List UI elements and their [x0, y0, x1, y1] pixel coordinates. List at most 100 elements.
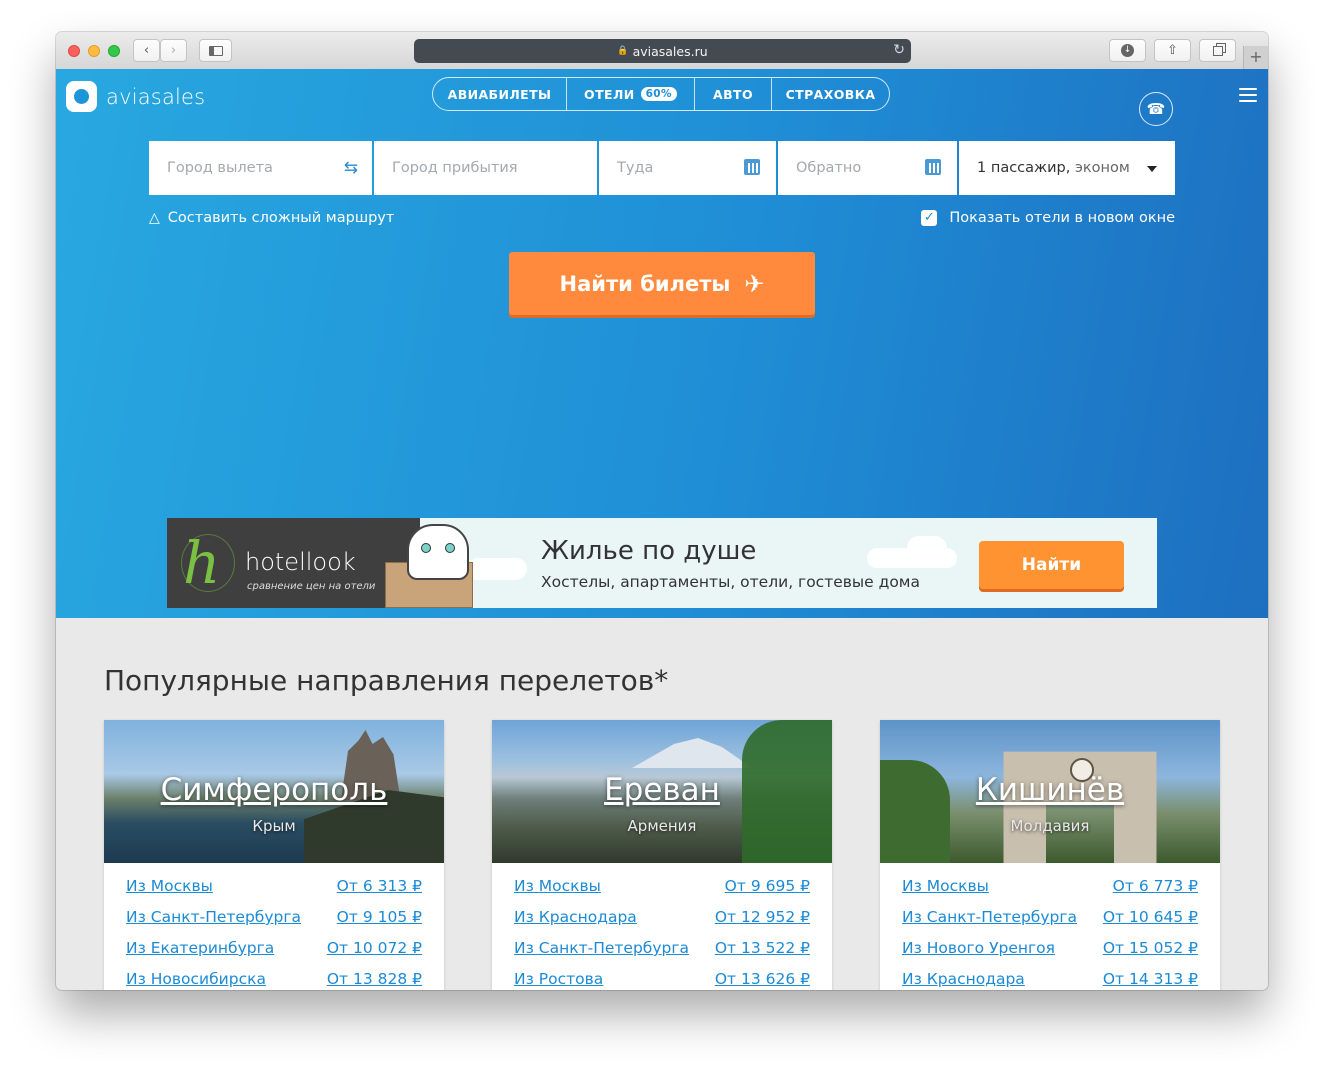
hotellook-banner[interactable]: h hotellook сравнение цен на отели Жилье… [167, 518, 1157, 608]
route-row: Из Краснодара От 14 313 ₽ [902, 970, 1198, 990]
lock-icon: 🔒 [617, 46, 629, 56]
mountain-silhouette [632, 738, 752, 768]
return-placeholder: Обратно [796, 160, 862, 176]
origin-field[interactable]: Город вылета ⇆ [149, 141, 372, 195]
route-list: Из Москвы От 6 313 ₽ Из Санкт-Петербурга… [104, 863, 444, 990]
destination-placeholder: Город прибытия [392, 160, 518, 176]
route-price-link[interactable]: От 13 522 ₽ [715, 939, 810, 970]
route-price-link[interactable]: От 9 105 ₽ [337, 908, 422, 939]
route-price-link[interactable]: От 13 828 ₽ [327, 970, 422, 990]
origin-placeholder: Город вылета [167, 160, 273, 176]
show-hotels-checkbox[interactable]: ✓ Показать отели в новом окне [921, 210, 1175, 226]
passengers-count: 1 пассажир, [977, 160, 1071, 176]
route-origin-link[interactable]: Из Краснодара [902, 970, 1025, 990]
route-origin-link[interactable]: Из Краснодара [514, 908, 637, 939]
aviasales-logo-icon [66, 81, 97, 112]
complex-route-link[interactable]: △ Составить сложный маршрут [149, 210, 394, 226]
banner-brand: hotellook [245, 548, 356, 576]
route-origin-link[interactable]: Из Новосибирска [126, 970, 266, 990]
sidebar-icon [208, 45, 223, 56]
route-row: Из Санкт-Петербурга От 13 522 ₽ [514, 939, 810, 970]
destination-city[interactable]: Симферополь [104, 772, 444, 808]
tab-cars-label: АВТО [713, 86, 753, 102]
destination-photo[interactable]: Кишинёв Молдавия [880, 720, 1220, 863]
menu-icon-line [1239, 100, 1257, 102]
route-row: Из Москвы От 9 695 ₽ [514, 877, 810, 908]
destination-region: Армения [627, 817, 697, 835]
popular-title: Популярные направления перелетов* [104, 664, 669, 697]
back-button[interactable]: ‹ [133, 39, 160, 62]
route-price-link[interactable]: От 9 695 ₽ [725, 877, 810, 908]
calendar-icon [925, 159, 941, 175]
menu-button[interactable] [1239, 88, 1257, 106]
tab-flights-label: АВИАБИЛЕТЫ [447, 86, 552, 102]
site-logo[interactable]: aviasales [66, 81, 205, 112]
route-origin-link[interactable]: Из Нового Уренгоя [902, 939, 1055, 970]
search-form: Город вылета ⇆ Город прибытия Туда Обрат… [149, 141, 1175, 195]
route-price-link[interactable]: От 10 072 ₽ [327, 939, 422, 970]
route-origin-link[interactable]: Из Санкт-Петербурга [514, 939, 689, 970]
destination-field[interactable]: Город прибытия [374, 141, 597, 195]
route-origin-link[interactable]: Из Москвы [126, 877, 213, 908]
route-row: Из Москвы От 6 773 ₽ [902, 877, 1198, 908]
zoom-window-button[interactable] [108, 45, 120, 57]
product-tabs: АВИАБИЛЕТЫ ОТЕЛИ 60% АВТО СТРАХОВКА [432, 77, 890, 111]
destination-photo[interactable]: Симферополь Крым [104, 720, 444, 863]
banner-find-button[interactable]: Найти [979, 541, 1124, 589]
route-price-link[interactable]: От 6 313 ₽ [337, 877, 422, 908]
notifications-button[interactable]: ☎ [1139, 92, 1173, 126]
swap-icon[interactable]: ⇆ [344, 158, 358, 178]
route-price-link[interactable]: От 12 952 ₽ [715, 908, 810, 939]
show-hotels-label: Показать отели в новом окне [949, 210, 1175, 226]
sidebar-toggle-button[interactable] [199, 39, 232, 62]
checkmark-icon[interactable]: ✓ [921, 210, 938, 226]
tab-cars[interactable]: АВТО [695, 78, 772, 110]
tab-flights[interactable]: АВИАБИЛЕТЫ [433, 78, 567, 110]
depart-date-field[interactable]: Туда [599, 141, 776, 195]
route-price-link[interactable]: От 13 626 ₽ [715, 970, 810, 990]
reload-icon[interactable]: ↻ [893, 42, 905, 58]
route-icon: △ [149, 210, 160, 226]
route-price-link[interactable]: От 10 645 ₽ [1103, 908, 1198, 939]
passengers-select[interactable]: 1 пассажир, эконом [959, 141, 1175, 195]
close-window-button[interactable] [68, 45, 80, 57]
route-price-link[interactable]: От 15 052 ₽ [1103, 939, 1198, 970]
find-tickets-button[interactable]: Найти билеты ✈ [509, 252, 815, 315]
tabs-overview-button[interactable] [1199, 39, 1236, 62]
hotellook-logo-icon: h [181, 530, 235, 596]
minimize-window-button[interactable] [88, 45, 100, 57]
tab-hotels-label: ОТЕЛИ [584, 86, 635, 102]
address-bar[interactable]: 🔒 aviasales.ru ↻ [414, 39, 911, 63]
route-origin-link[interactable]: Из Екатеринбурга [126, 939, 274, 970]
return-date-field[interactable]: Обратно [778, 141, 957, 195]
browser-toolbar: ‹ › 🔒 aviasales.ru ↻ ↓ ⇧ + [56, 32, 1268, 70]
bell-icon: ☎ [1146, 100, 1166, 118]
route-origin-link[interactable]: Из Москвы [514, 877, 601, 908]
route-list: Из Москвы От 6 773 ₽ Из Санкт-Петербурга… [880, 863, 1220, 990]
route-price-link[interactable]: От 6 773 ₽ [1113, 877, 1198, 908]
menu-icon-line [1239, 88, 1257, 90]
banner-subtitle: Хостелы, апартаменты, отели, гостевые до… [541, 573, 920, 591]
forward-button[interactable]: › [160, 39, 187, 62]
browser-window: ‹ › 🔒 aviasales.ru ↻ ↓ ⇧ + aviasales АВИ… [56, 32, 1268, 990]
route-row: Из Санкт-Петербурга От 9 105 ₽ [126, 908, 422, 939]
route-origin-link[interactable]: Из Санкт-Петербурга [902, 908, 1077, 939]
route-row: Из Новосибирска От 13 828 ₽ [126, 970, 422, 990]
tab-hotels[interactable]: ОТЕЛИ 60% [567, 78, 695, 110]
route-row: Из Москвы От 6 313 ₽ [126, 877, 422, 908]
tab-insurance[interactable]: СТРАХОВКА [772, 78, 889, 110]
destination-city[interactable]: Кишинёв [880, 772, 1220, 808]
downloads-button[interactable]: ↓ [1109, 39, 1146, 62]
route-origin-link[interactable]: Из Москвы [902, 877, 989, 908]
destination-city[interactable]: Ереван [492, 772, 832, 808]
route-origin-link[interactable]: Из Ростова [514, 970, 603, 990]
new-tab-button[interactable]: + [1243, 46, 1268, 69]
route-price-link[interactable]: От 14 313 ₽ [1103, 970, 1198, 990]
depart-placeholder: Туда [617, 160, 654, 176]
route-origin-link[interactable]: Из Санкт-Петербурга [126, 908, 301, 939]
destination-photo[interactable]: Ереван Армения [492, 720, 832, 863]
banner-tagline: сравнение цен на отели [247, 581, 376, 592]
destination-region: Крым [252, 817, 296, 835]
logo-text: aviasales [106, 84, 206, 109]
share-button[interactable]: ⇧ [1154, 39, 1191, 62]
